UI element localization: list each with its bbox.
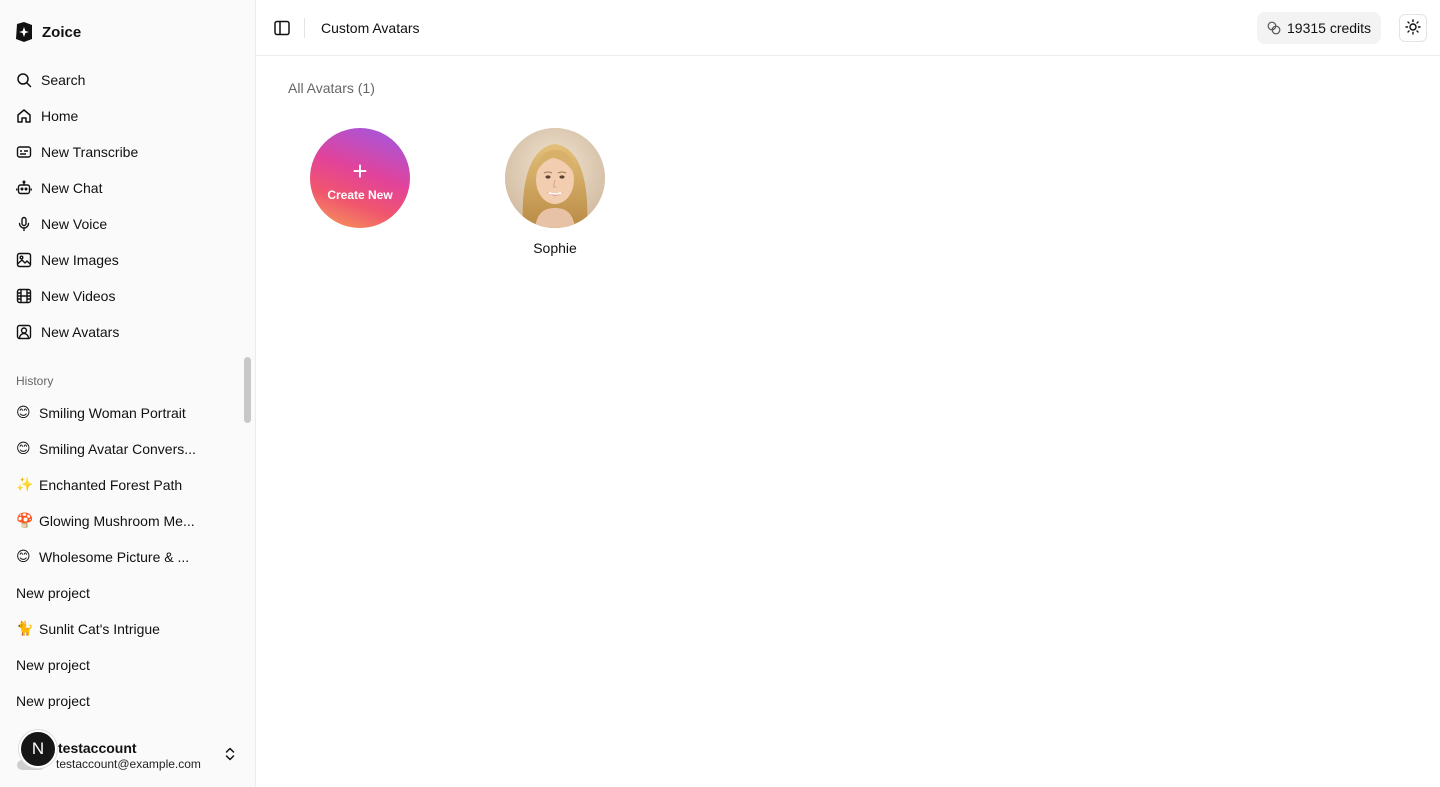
nav-label: Home [41, 108, 79, 124]
coins-icon [1267, 21, 1281, 35]
history-item[interactable]: ✨ Enchanted Forest Path [8, 467, 240, 503]
brand-name: Zoice [42, 23, 82, 41]
search-icon [16, 72, 32, 88]
history-label: New project [16, 693, 90, 709]
create-new-label: Create New [327, 188, 393, 202]
nav-item-new-images[interactable]: New Images [8, 242, 248, 278]
plus-icon: + [352, 156, 368, 186]
history-label: Smiling Avatar Convers... [39, 441, 196, 457]
sidebar: Zoice Search Home New Transcribe New Cha… [0, 0, 256, 787]
nav-label: New Images [41, 252, 119, 268]
history-label: Smiling Woman Portrait [39, 405, 186, 421]
mic-icon [16, 216, 32, 232]
history-emoji: 🐈 [16, 621, 34, 637]
topbar: Custom Avatars 19315 credits [256, 0, 1440, 56]
sidebar-toggle-icon[interactable] [272, 18, 292, 38]
main-content: All Avatars (1) + Create New Sophie [256, 56, 1440, 787]
film-icon [16, 288, 32, 304]
user-name: testaccount [58, 740, 137, 756]
chevron-up-down-icon [223, 746, 237, 762]
nav-item-home[interactable]: Home [8, 98, 248, 134]
history-label: New project [16, 657, 90, 673]
nav-label: Search [41, 72, 86, 88]
theme-toggle-button[interactable] [1399, 14, 1427, 42]
divider [304, 18, 305, 38]
home-icon [16, 108, 32, 124]
image-icon [16, 252, 32, 268]
nav-label: New Videos [41, 288, 116, 304]
history-label: Wholesome Picture & ... [39, 549, 190, 565]
create-new-avatar-button[interactable]: + Create New [310, 128, 410, 228]
history-label: Sunlit Cat's Intrigue [39, 621, 160, 637]
nav-item-new-transcribe[interactable]: New Transcribe [8, 134, 248, 170]
history-item[interactable]: 😊 Smiling Woman Portrait [8, 395, 240, 431]
nav-item-new-chat[interactable]: New Chat [8, 170, 248, 206]
nav-item-new-avatars[interactable]: New Avatars [8, 314, 248, 350]
user-email: testaccount@example.com [56, 757, 201, 771]
history-item[interactable]: 🍄 Glowing Mushroom Me... [8, 503, 240, 539]
user-avatar: N [19, 730, 57, 768]
history-section: History 😊 Smiling Woman Portrait 😊 Smiling… [0, 360, 240, 720]
nav-label: New Transcribe [41, 144, 139, 160]
brand[interactable]: Zoice [14, 20, 81, 44]
create-new-circle: + Create New [310, 128, 410, 228]
history-emoji: 😊 [16, 549, 31, 565]
credits-badge[interactable]: 19315 credits [1257, 12, 1382, 44]
history-emoji: 😊 [16, 405, 31, 421]
history-item[interactable]: New project [8, 647, 240, 683]
transcribe-icon [16, 144, 32, 160]
history-item[interactable]: 😊 Wholesome Picture & ... [8, 539, 240, 575]
avatar-card-sophie[interactable]: Sophie [505, 128, 605, 256]
nav-item-new-voice[interactable]: New Voice [8, 206, 248, 242]
credits-text: 19315 credits [1287, 20, 1372, 36]
history-item[interactable]: 🐈 Sunlit Cat's Intrigue [8, 611, 240, 647]
page-title: Custom Avatars [321, 20, 420, 36]
section-title: All Avatars (1) [288, 80, 375, 96]
history-emoji: ✨ [16, 477, 34, 493]
history-label: Glowing Mushroom Me... [39, 513, 195, 529]
history-emoji: 🍄 [16, 513, 34, 529]
history-emoji: 😊 [16, 441, 31, 457]
nav-label: New Voice [41, 216, 108, 232]
nav-item-search[interactable]: Search [8, 62, 248, 98]
avatar-portrait-image [505, 128, 605, 228]
history-title: History [16, 374, 54, 388]
history-item[interactable]: 😊 Smiling Avatar Convers... [8, 431, 240, 467]
history-item[interactable]: New project [8, 575, 240, 611]
history-label: New project [16, 585, 90, 601]
primary-nav: Search Home New Transcribe New Chat New … [8, 62, 248, 350]
user-menu[interactable]: N testaccount testaccount@example.com [8, 724, 248, 780]
bot-icon [16, 180, 32, 196]
history-label: Enchanted Forest Path [39, 477, 183, 493]
avatar-icon [16, 324, 32, 340]
sun-icon [1405, 18, 1421, 38]
nav-item-new-videos[interactable]: New Videos [8, 278, 248, 314]
nav-label: New Chat [41, 180, 103, 196]
zoice-logo-icon [14, 21, 34, 43]
history-item[interactable]: New project [8, 683, 240, 719]
nav-label: New Avatars [41, 324, 120, 340]
sidebar-scrollbar[interactable] [244, 357, 251, 423]
avatar-name: Sophie [533, 240, 577, 256]
history-list: 😊 Smiling Woman Portrait 😊 Smiling Avatar … [8, 395, 240, 719]
